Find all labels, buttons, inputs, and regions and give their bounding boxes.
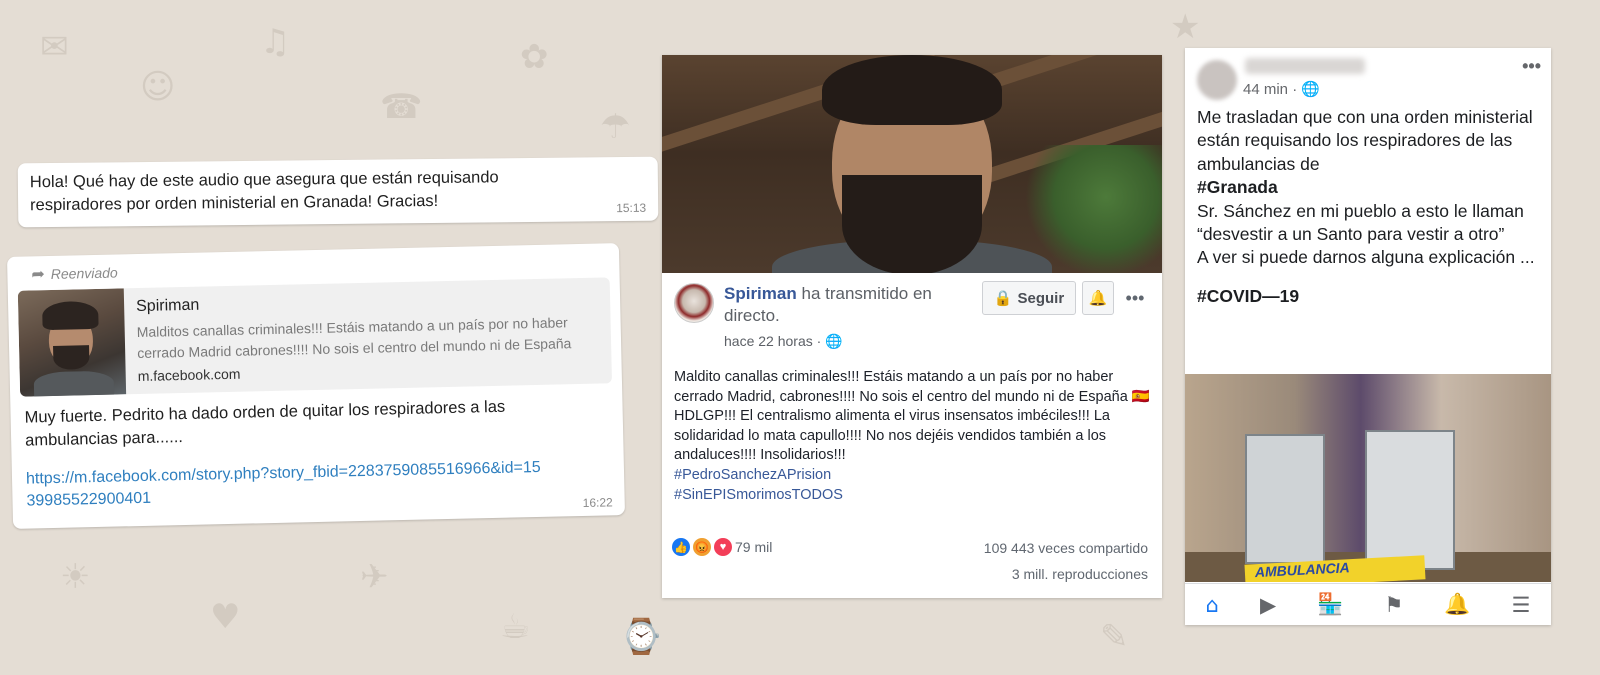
follow-label: Seguir [1017,289,1065,307]
preview-body: Spiriman Malditos canallas criminales!!!… [124,277,612,394]
doodle-icon: ☺ [140,67,176,107]
incoming-message: Hola! Qué hay de este audio que asegura … [17,156,659,228]
post-time: 44 min · 🌐 [1243,80,1320,98]
hashtag-link[interactable]: #COVID—19 [1185,270,1551,307]
doodle-icon: ♫ [260,22,291,62]
post-header: Spiriman ha transmitido en directo. hace… [662,273,1162,350]
post-time-text[interactable]: hace 22 horas · [724,333,825,349]
post-text-line: A ver si puede darnos alguna explicación… [1197,247,1535,268]
doodle-icon: ☂ [600,107,631,147]
doodle-icon: ☎ [380,87,423,127]
preview-thumbnail [17,288,127,397]
post-photo[interactable]: AMBULANCIA [1185,374,1551,582]
hashtag-link[interactable]: #SinEPISmorimosTODOS [674,486,1150,506]
love-icon: ♥ [714,538,732,556]
like-icon: 👍 [672,538,690,556]
author-name[interactable]: Spiriman [724,284,797,303]
reactions-count: 79 mil [735,539,773,555]
more-options-button[interactable]: ••• [1522,56,1541,77]
message-link[interactable]: https://m.facebook.com/story.php?story_f… [26,457,547,513]
preview-description: Malditos canallas criminales!!! Estáis m… [136,314,572,362]
post-header: 44 min · 🌐 ••• [1185,48,1551,100]
doodle-icon: ✿ [520,37,549,77]
post-text-line: Sr. Sánchez en mi pueblo a esto le llama… [1197,200,1524,245]
post-time-text: 44 min · [1243,81,1302,98]
bottom-navigation: ⌂ ▶ 🏪 ⚑ 🔔 ☰ [1185,583,1551,625]
follow-icon: 🔒 [993,290,1013,307]
post-body: Maldito canallas criminales!!! Estáis ma… [662,350,1162,505]
watch-icon[interactable]: ▶ [1260,593,1276,617]
forward-arrow-icon: ➦ [31,266,46,284]
doodle-icon: ★ [1170,7,1201,47]
doodle-icon: ✎ [1100,617,1129,657]
post-time: hace 22 horas · 🌐 [724,333,964,350]
notifications-icon[interactable]: 🔔 [1444,592,1470,617]
message-text: Hola! Qué hay de este audio que asegura … [29,168,499,215]
post-text: Me trasladan que con una orden ministeri… [1185,98,1551,270]
notifications-button[interactable]: 🔔 [1082,281,1114,315]
globe-icon: 🌐 [1301,81,1321,98]
mobile-facebook-post: 44 min · 🌐 ••• Me trasladan que con una … [1185,48,1551,625]
reactions[interactable]: 👍 😡 ♥ 79 mil [672,538,772,556]
message-text: Muy fuerte. Pedrito ha dado orden de qui… [24,397,506,450]
hashtag-link[interactable]: #Granada [1197,177,1278,197]
doodle-icon: ☕ [500,607,531,647]
facebook-post: Spiriman ha transmitido en directo. hace… [662,55,1162,598]
doodle-icon: ✈ [360,557,389,597]
message-time: 16:22 [582,495,613,510]
home-icon[interactable]: ⌂ [1206,593,1219,617]
forwarded-message: ➦ Reenviado Spiriman Malditos canallas c… [6,243,626,529]
doodle-icon: ⌚ [620,617,663,657]
more-options-button[interactable]: ••• [1120,288,1150,309]
avatar-blurred[interactable] [1197,60,1237,100]
marketplace-icon[interactable]: 🏪 [1317,592,1343,617]
pages-flag-icon[interactable]: ⚑ [1384,593,1403,617]
angry-icon: 😡 [693,538,711,556]
doodle-icon: ♥ [210,597,241,637]
globe-icon: 🌐 [825,333,843,349]
bell-icon: 🔔 [1088,290,1108,307]
views-count: 3 mill. reproducciones [1011,566,1148,582]
post-text: Maldito canallas criminales!!! Estáis ma… [674,369,1150,464]
menu-icon[interactable]: ☰ [1512,593,1531,617]
shares-count[interactable]: 109 443 veces compartido [984,540,1148,556]
hashtag-link[interactable]: #PedroSanchezAPrision [674,466,1150,486]
video-thumbnail[interactable] [662,55,1162,273]
link-preview[interactable]: Spiriman Malditos canallas criminales!!!… [17,277,613,397]
message-time: 15:13 [616,200,647,216]
post-text-line: Me trasladan que con una orden ministeri… [1197,107,1533,174]
preview-title: Spiriman [135,296,200,316]
doodle-icon: ☀ [60,557,91,597]
post-footer: 👍 😡 ♥ 79 mil 109 443 veces compartido 3 … [672,538,1148,588]
author-name-blurred[interactable] [1245,58,1365,74]
avatar[interactable] [674,283,714,323]
follow-button[interactable]: 🔒 Seguir [982,281,1076,315]
forwarded-text: Reenviado [50,264,118,282]
doodle-icon: ✉ [40,27,69,67]
